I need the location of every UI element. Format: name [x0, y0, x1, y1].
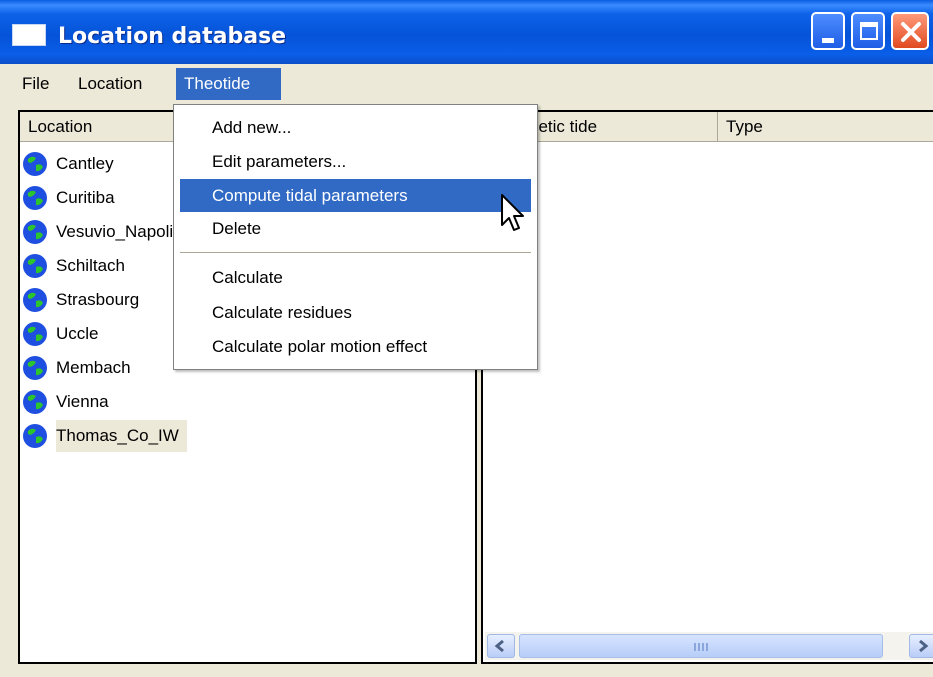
chevron-right-icon [919, 639, 929, 653]
scroll-left-button[interactable] [487, 634, 515, 658]
minimize-icon [822, 38, 834, 43]
theotide-menu: Add new... Edit parameters... Compute ti… [173, 104, 538, 370]
horizontal-scrollbar[interactable] [485, 632, 933, 660]
location-label: Curitiba [56, 188, 115, 207]
location-label: Strasbourg [56, 290, 140, 309]
menu-item-delete[interactable]: Delete [180, 212, 531, 245]
close-button[interactable] [891, 12, 929, 50]
scroll-right-button[interactable] [909, 634, 933, 658]
menu-location[interactable]: Location [70, 68, 150, 100]
menu-theotide[interactable]: Theotide [176, 68, 281, 100]
app-window-icon [12, 24, 46, 46]
title-bar[interactable]: Location database [0, 0, 933, 64]
location-database-window: Location database File Location Theotide… [0, 0, 933, 677]
grip-icon [694, 643, 708, 651]
globe-icon [23, 220, 47, 244]
mouse-cursor-icon [501, 194, 524, 231]
menu-separator [180, 252, 531, 253]
menu-item-calculate[interactable]: Calculate [180, 261, 531, 294]
location-label: Vesuvio_Napoli [56, 222, 174, 241]
location-label: Membach [56, 358, 131, 377]
close-icon [901, 22, 921, 42]
chevron-left-icon [494, 639, 504, 653]
globe-icon [23, 152, 47, 176]
column-header-type[interactable]: Type [718, 112, 933, 142]
globe-icon [23, 186, 47, 210]
globe-icon [23, 390, 47, 414]
menu-item-calculate-polar-motion-effect[interactable]: Calculate polar motion effect [180, 330, 531, 363]
window-title: Location database [58, 24, 287, 49]
tide-details-list[interactable]: Synthetic tide Type [481, 110, 933, 664]
menu-item-compute-tidal-parameters[interactable]: Compute tidal parameters [180, 179, 531, 212]
minimize-button[interactable] [811, 12, 845, 50]
location-label: Vienna [56, 392, 109, 411]
menu-item-edit-parameters[interactable]: Edit parameters... [180, 145, 531, 178]
globe-icon [23, 424, 47, 448]
maximize-button[interactable] [851, 12, 885, 50]
globe-icon [23, 288, 47, 312]
menu-item-calculate-residues[interactable]: Calculate residues [180, 296, 531, 329]
globe-icon [23, 322, 47, 346]
location-label: Cantley [56, 154, 114, 173]
maximize-icon [860, 22, 878, 40]
globe-icon [23, 356, 47, 380]
location-label: Uccle [56, 324, 99, 343]
menu-bar: File Location Theotide [0, 64, 933, 104]
menu-file[interactable]: File [14, 68, 57, 100]
location-label: Thomas_Co_IW [56, 420, 187, 452]
globe-icon [23, 254, 47, 278]
scrollbar-thumb[interactable] [519, 634, 883, 658]
location-label: Schiltach [56, 256, 125, 275]
menu-item-add-new[interactable]: Add new... [180, 111, 531, 144]
